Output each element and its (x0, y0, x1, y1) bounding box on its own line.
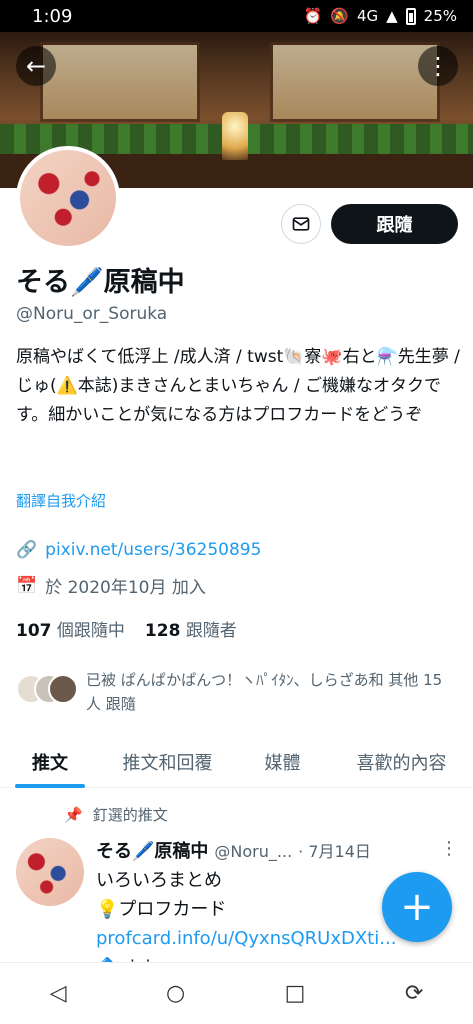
mail-icon (292, 217, 310, 231)
tweet-avatar[interactable] (16, 838, 84, 906)
tab-tweets-replies[interactable]: 推文和回覆 (100, 736, 235, 788)
banner-panel (270, 42, 440, 122)
rotate-icon[interactable]: ⟳ (405, 981, 423, 1006)
calendar-icon: 📅 (16, 575, 38, 596)
tweet-line: いろいろまとめ (96, 870, 222, 891)
tweet-author-name: そる🖊️原稿中 (96, 841, 209, 862)
recents-nav-icon[interactable]: □ (285, 981, 306, 1006)
user-handle: @Noru_or_Soruka (16, 304, 168, 324)
followed-by-row[interactable]: 已被 ぱんぱかぱんつ！ヽﾊﾟｲﾀﾝ、しらざあ和 其他 15 人 跟隨 (16, 668, 456, 716)
profile-bio: 原稿やばくて低浮上 /成人済 / twst🐚寮🐙右と⚗️先生夢 / じゅ(⚠️本… (16, 347, 460, 425)
signal-icon: ▲ (386, 7, 398, 25)
status-icons: ⏰ 🔕 4G ▲ 25% (304, 7, 457, 25)
avatar (48, 674, 78, 704)
follow-button[interactable]: 跟隨 (331, 204, 458, 244)
arrow-left-icon: ← (25, 52, 47, 80)
tweet-author-handle: @Noru_... (214, 842, 293, 861)
tab-likes[interactable]: 喜歡的內容 (330, 736, 473, 788)
joined-row: 📅 於 2020年10月 加入 (16, 573, 206, 599)
follow-counts: 107 個跟隨中 128 跟隨者 (16, 616, 237, 641)
website-link[interactable]: pixiv.net/users/36250895 (45, 540, 261, 560)
battery-icon (405, 7, 416, 25)
tweet-date: · 7月14日 (298, 842, 371, 861)
battery-percent: 25% (423, 7, 457, 25)
follower-avatars (16, 668, 78, 708)
pin-icon: 📌 (64, 805, 83, 824)
status-bar: 1:09 ⏰ 🔕 4G ▲ 25% (0, 0, 473, 32)
joined-date: 於 2020年10月 加入 (45, 578, 206, 598)
followers-count: 128 (144, 621, 181, 641)
more-vertical-icon: ⋮ (426, 52, 450, 80)
website-row: 🔗 pixiv.net/users/36250895 (16, 540, 261, 560)
home-nav-icon[interactable]: ○ (166, 981, 185, 1006)
translate-bio-link[interactable]: 翻譯自我介紹 (16, 490, 106, 511)
compose-tweet-button[interactable]: + (382, 872, 452, 942)
tab-tweets[interactable]: 推文 (0, 736, 100, 788)
more-button[interactable]: ⋮ (418, 46, 458, 86)
alarm-icon: ⏰ (303, 7, 323, 25)
status-time: 1:09 (32, 5, 73, 27)
pinned-label: 📌 釘選的推文 (64, 804, 168, 825)
tweet-more-button[interactable]: ⋮ (440, 838, 458, 859)
back-button[interactable]: ← (16, 46, 56, 86)
pinned-text: 釘選的推文 (92, 806, 168, 824)
tweet-header: そる🖊️原稿中 @Noru_... · 7月14日 (96, 837, 371, 863)
system-nav-bar: ◁ ○ □ ⟳ (0, 962, 473, 1024)
tab-media[interactable]: 媒體 (235, 736, 330, 788)
more-vertical-icon: ⋮ (440, 838, 458, 859)
banner-panel (40, 42, 200, 122)
mute-icon: 🔕 (330, 7, 349, 25)
tweet-link[interactable]: profcard.info/u/QyxnsQRUxDXti... (96, 924, 416, 953)
display-name: そる🖊️原稿中 (16, 267, 185, 298)
back-nav-icon[interactable]: ◁ (50, 981, 67, 1006)
followers-link[interactable]: 128 跟隨者 (145, 616, 237, 641)
profile-tabs: 推文 推文和回覆 媒體 喜歡的內容 (0, 736, 473, 788)
message-button[interactable] (281, 204, 321, 244)
network-label: 4G (356, 7, 379, 25)
banner-lamp (222, 112, 248, 160)
following-label: 個跟隨中 (56, 621, 125, 641)
followed-by-text: 已被 ぱんぱかぱんつ！ヽﾊﾟｲﾀﾝ、しらざあ和 其他 15 人 跟隨 (86, 671, 443, 713)
link-icon: 🔗 (16, 540, 38, 560)
followers-label: 跟隨者 (185, 621, 237, 641)
profile-avatar[interactable] (16, 146, 120, 250)
tweet-line: 💡プロフカード (96, 899, 227, 920)
following-link[interactable]: 107 個跟隨中 (16, 616, 125, 641)
following-count: 107 (16, 621, 52, 641)
